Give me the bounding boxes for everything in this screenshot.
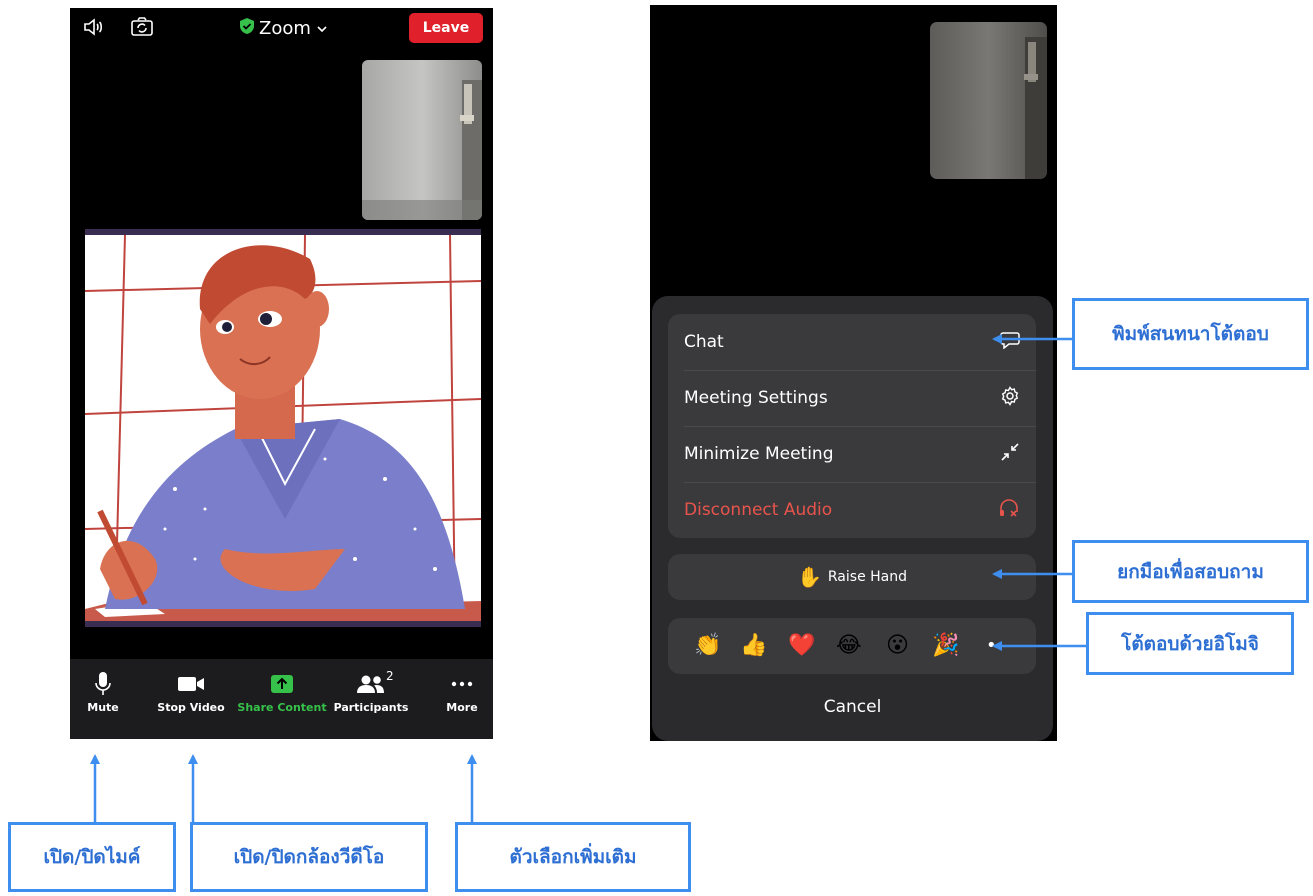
meeting-top-bar: Zoom Leave [70, 8, 493, 48]
video-camera-icon [177, 671, 205, 697]
options-group: Chat Meeting Settings Minimize Meeting D… [668, 314, 1036, 538]
meeting-title-dropdown[interactable]: Zoom [240, 18, 328, 39]
self-video-thumbnail[interactable] [930, 22, 1047, 179]
callout-emoji: โต้ตอบด้วยอิโมจิ [1086, 612, 1294, 675]
meeting-settings-menu-item[interactable]: Meeting Settings [668, 370, 1036, 426]
meeting-title: Zoom [259, 18, 311, 39]
meeting-screen: Zoom Leave Mute Stop Video Share Content… [70, 8, 493, 739]
reactions-row: 👏 👍 ❤️ 😂 😮 🎉 • [668, 618, 1036, 674]
share-screen-icon [271, 671, 293, 697]
minimize-arrows-icon [1000, 442, 1020, 466]
more-menu-screen: Chat Meeting Settings Minimize Meeting D… [650, 5, 1057, 741]
participants-icon [357, 671, 385, 697]
raise-hand-button[interactable]: ✋ Raise Hand [668, 554, 1036, 600]
share-content-button[interactable]: Share Content [237, 659, 327, 739]
clap-reaction[interactable]: 👏 [694, 632, 721, 660]
switch-camera-icon[interactable] [130, 16, 153, 38]
minimize-meeting-label: Minimize Meeting [684, 444, 834, 464]
share-content-label: Share Content [237, 701, 327, 714]
participants-count-badge: 2 [386, 669, 394, 683]
chat-label: Chat [684, 332, 724, 352]
gear-icon [1000, 386, 1020, 410]
callout-camera: เปิด/ปิดกล้องวีดีโอ [190, 822, 428, 892]
self-video-thumbnail[interactable] [362, 60, 482, 220]
cancel-button[interactable]: Cancel [652, 691, 1053, 723]
chevron-down-icon [316, 18, 328, 39]
thumbs-up-reaction[interactable]: 👍 [740, 632, 767, 660]
chat-menu-item[interactable]: Chat [668, 314, 1036, 370]
participants-button[interactable]: Participants 2 [333, 659, 409, 739]
meeting-settings-label: Meeting Settings [684, 388, 828, 408]
callout-more-options: ตัวเลือกเพิ่มเติม [455, 822, 691, 892]
heart-reaction[interactable]: ❤️ [788, 632, 815, 660]
callout-chat: พิมพ์สนทนาโต้ตอบ [1072, 298, 1309, 370]
callout-mic: เปิด/ปิดไมค์ [8, 822, 176, 892]
raised-hand-icon: ✋ [796, 565, 822, 589]
stop-video-button[interactable]: Stop Video [157, 659, 225, 739]
mute-button[interactable]: Mute [84, 659, 122, 739]
laugh-reaction[interactable]: 😂 [836, 632, 862, 660]
disconnect-audio-menu-item[interactable]: Disconnect Audio [668, 482, 1036, 538]
more-button[interactable]: More [444, 659, 480, 739]
surprised-reaction[interactable]: 😮 [886, 632, 909, 660]
shield-check-icon [240, 18, 254, 39]
microphone-icon [94, 671, 112, 697]
more-label: More [446, 701, 478, 714]
more-options-sheet: Chat Meeting Settings Minimize Meeting D… [652, 296, 1053, 741]
participant-video[interactable] [85, 229, 481, 627]
meeting-toolbar: Mute Stop Video Share Content Participan… [70, 659, 493, 739]
speaker-icon[interactable] [82, 16, 104, 38]
party-reaction[interactable]: 🎉 [932, 632, 959, 660]
raise-hand-label: Raise Hand [827, 569, 908, 585]
more-dots-icon [451, 671, 473, 697]
callout-raise-hand: ยกมือเพื่อสอบถาม [1072, 540, 1309, 603]
participants-label: Participants [333, 701, 409, 714]
disconnect-audio-label: Disconnect Audio [684, 500, 833, 520]
headphones-off-icon [998, 498, 1020, 522]
minimize-meeting-menu-item[interactable]: Minimize Meeting [668, 426, 1036, 482]
chat-bubble-icon [1000, 331, 1020, 353]
leave-button[interactable]: Leave [409, 13, 483, 43]
stop-video-label: Stop Video [157, 701, 225, 714]
more-reactions-button[interactable]: • [986, 632, 997, 660]
mute-label: Mute [87, 701, 119, 714]
